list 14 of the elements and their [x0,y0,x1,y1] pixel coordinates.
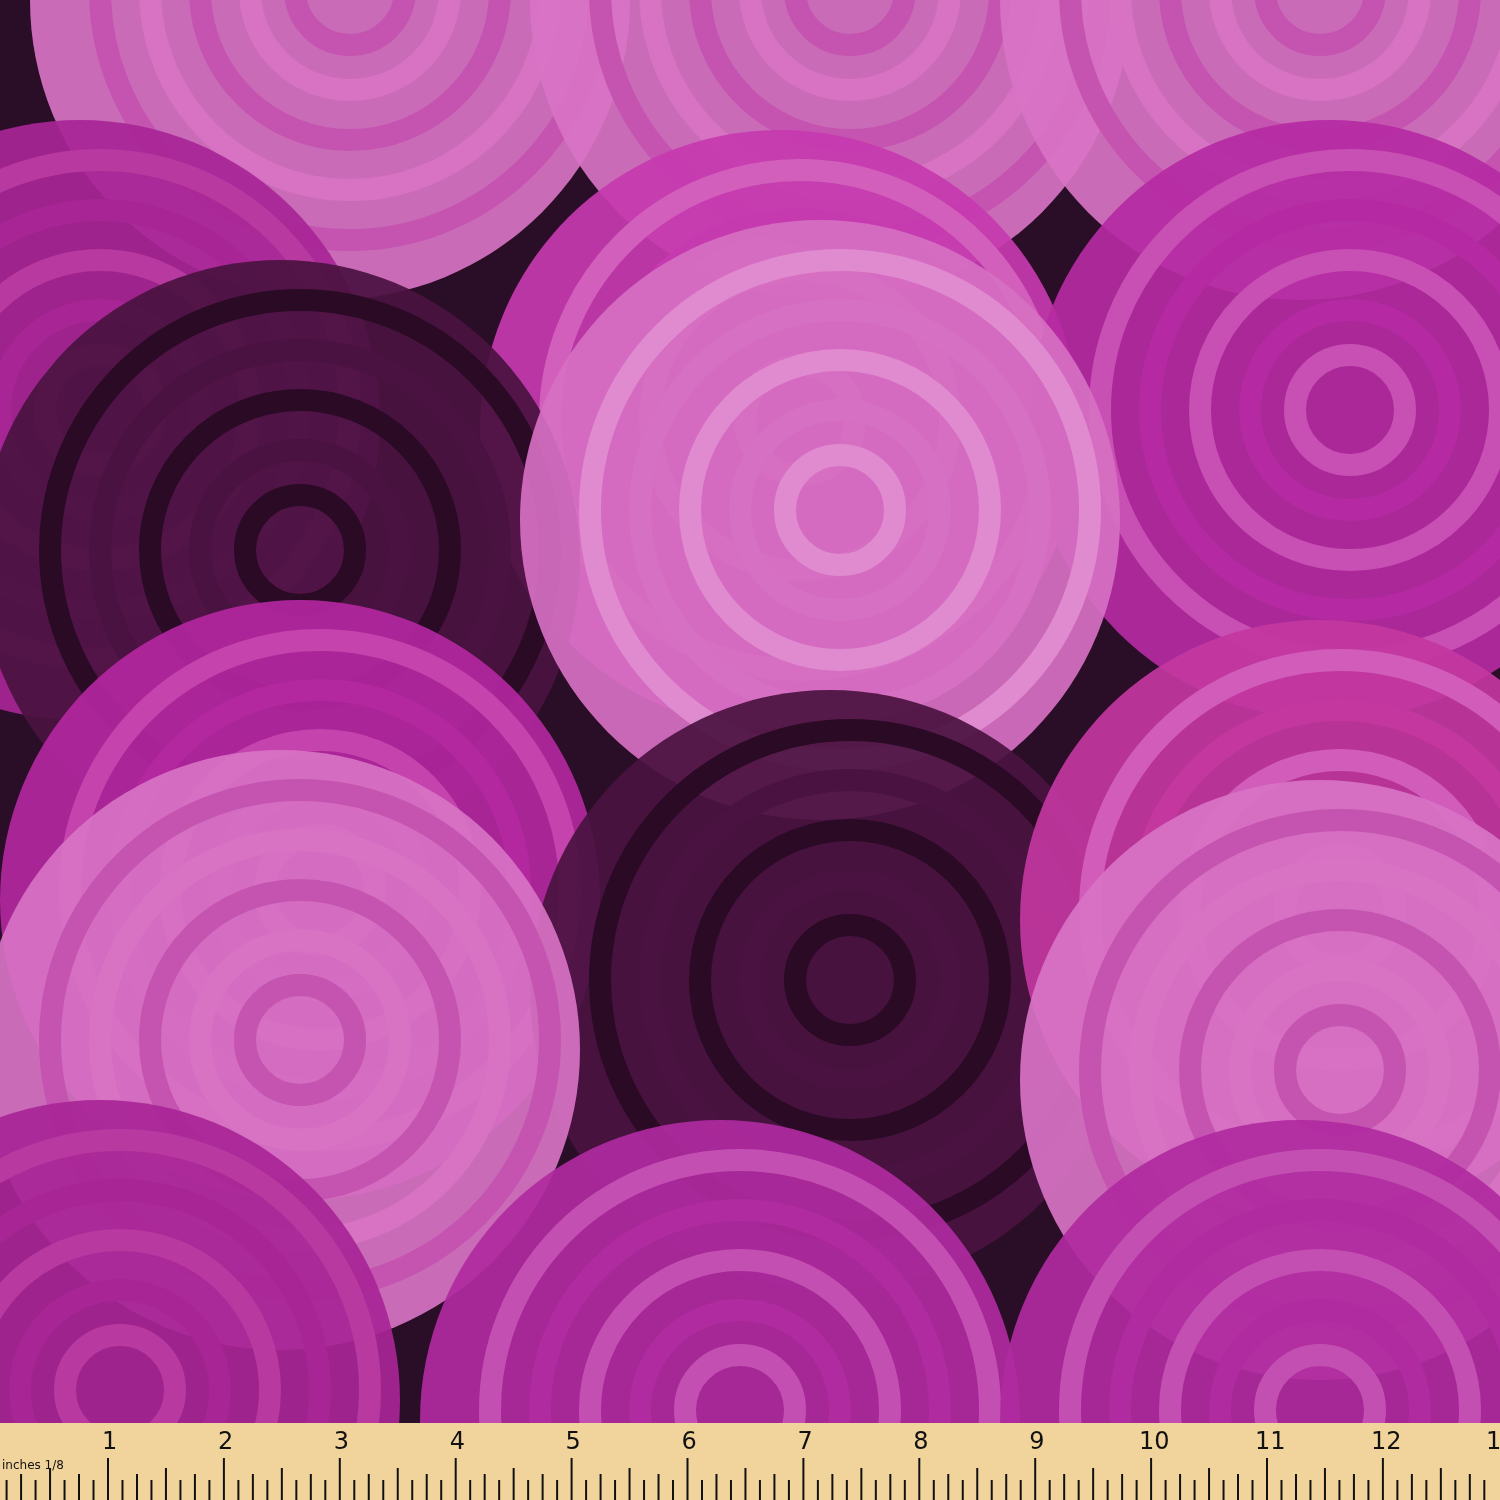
unit-label: inches 1/8 [2,1459,64,1471]
inch-number: 3 [333,1429,350,1453]
inch-number: 9 [1029,1429,1045,1453]
inch-number: 7 [797,1429,813,1453]
inch-number: 1 [102,1429,118,1453]
inch-number: 11 [1255,1429,1286,1453]
inch-number: 8 [913,1429,929,1453]
inch-number: 5 [565,1429,581,1453]
inch-number: 4 [449,1429,465,1453]
inch-number: 1 [1486,1429,1500,1453]
inch-number: 6 [681,1429,697,1453]
inch-number: 2 [217,1429,234,1453]
inch-number: 10 [1139,1429,1170,1453]
inch-number: 12 [1370,1429,1402,1453]
